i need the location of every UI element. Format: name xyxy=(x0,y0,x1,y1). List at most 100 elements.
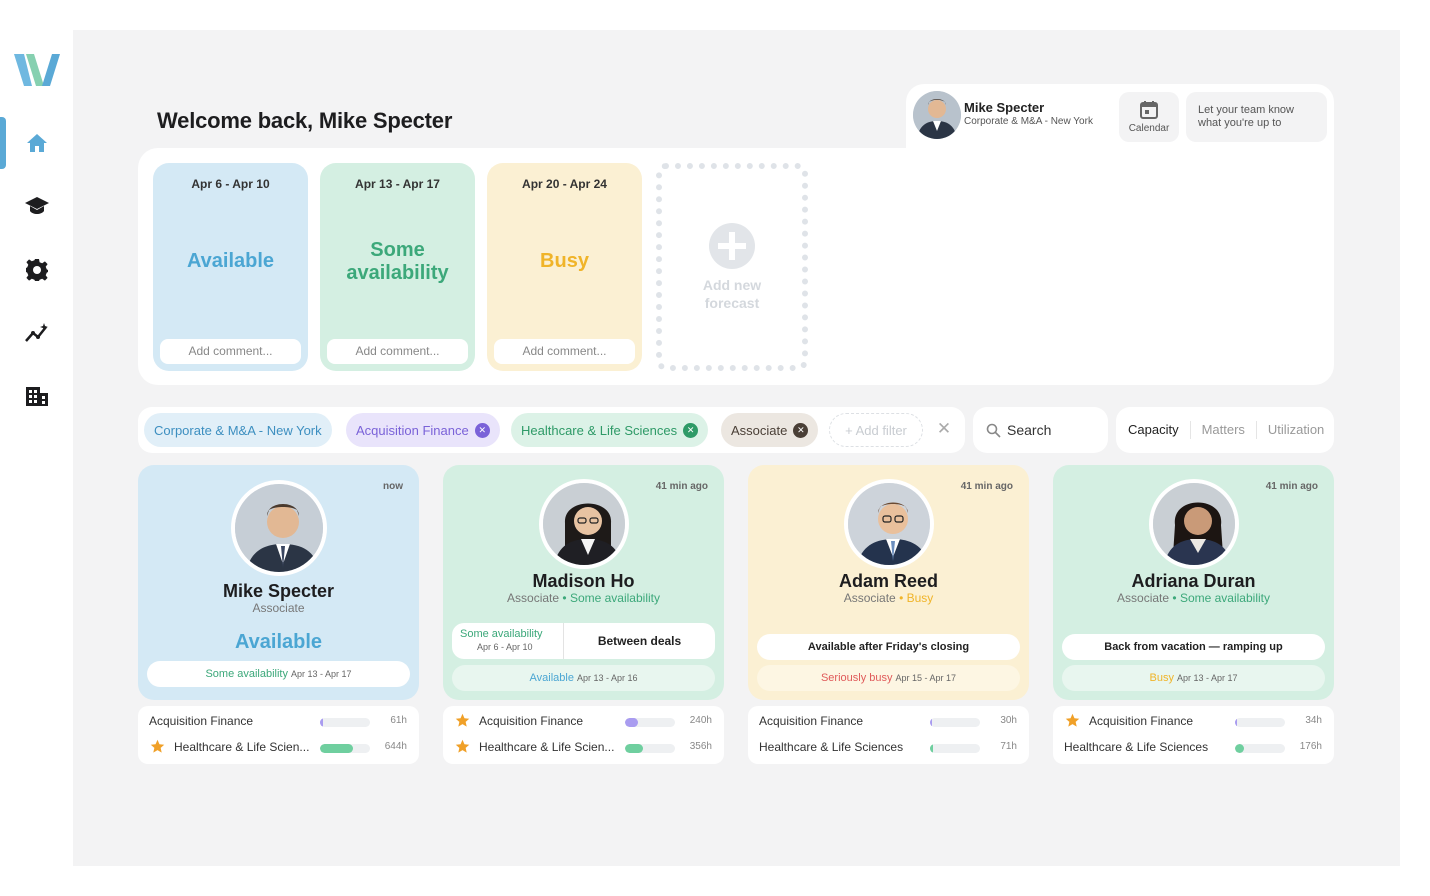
matter-row[interactable]: Acquisition Finance 34h xyxy=(1053,712,1334,732)
calendar-button[interactable]: Calendar xyxy=(1119,92,1179,142)
remove-filter-icon[interactable]: ✕ xyxy=(793,422,809,438)
person-comment: Back from vacation — ramping up xyxy=(1062,634,1325,660)
person-status: Some availability xyxy=(569,591,660,605)
filter-chip-practice[interactable]: Healthcare & Life Sciences ✕ xyxy=(511,413,709,447)
page-title: Welcome back, Mike Specter xyxy=(157,108,453,133)
matter-row[interactable]: Healthcare & Life Sciences 176h xyxy=(1053,738,1334,758)
matter-row[interactable]: Healthcare & Life Scien... 644h xyxy=(138,738,419,758)
person-role-line: Associate • Some availability xyxy=(443,591,724,605)
remove-filter-icon[interactable]: ✕ xyxy=(474,422,490,438)
hours-bar-fill xyxy=(930,718,932,727)
updated-time: 41 min ago xyxy=(655,481,708,492)
app-logo[interactable] xyxy=(12,50,62,90)
person-card[interactable]: 41 min ago Madison Ho Associate • Some a… xyxy=(443,465,724,700)
building-icon xyxy=(25,387,48,406)
nav-organization[interactable] xyxy=(0,371,73,421)
matter-row[interactable]: Acquisition Finance 240h xyxy=(443,712,724,732)
view-capacity[interactable]: Capacity xyxy=(1116,421,1190,439)
hours-bar xyxy=(320,718,370,727)
add-forecast-label: Add new forecast xyxy=(702,277,762,311)
star-icon[interactable] xyxy=(455,713,470,728)
next-range: Apr 13 - Apr 17 xyxy=(1176,673,1238,683)
person-card[interactable]: 41 min ago Adam Reed Associate • Busy Av… xyxy=(748,465,1029,700)
add-forecast-button[interactable]: Add new forecast xyxy=(656,163,808,371)
star-icon[interactable] xyxy=(150,739,165,754)
view-utilization[interactable]: Utilization xyxy=(1255,421,1335,439)
person-comment: Between deals xyxy=(597,634,682,648)
hours-bar xyxy=(625,718,675,727)
search-icon xyxy=(986,423,1001,438)
filter-chip-group[interactable]: Corporate & M&A - New York xyxy=(144,413,332,447)
matter-stats: Acquisition Finance 30h Healthcare & Lif… xyxy=(748,706,1029,764)
matter-stats: Acquisition Finance 61h Healthcare & Lif… xyxy=(138,706,419,764)
matter-name: Acquisition Finance xyxy=(1089,714,1194,728)
current-forecast: Some availability Apr 6 - Apr 10 xyxy=(460,628,564,652)
person-status: Available xyxy=(234,631,323,653)
filter-chip-practice[interactable]: Acquisition Finance ✕ xyxy=(346,413,500,447)
person-card[interactable]: 41 min ago Adriana Duran Associate • Som… xyxy=(1053,465,1334,700)
matter-row[interactable]: Acquisition Finance 30h xyxy=(748,712,1029,732)
forecast-card[interactable]: Apr 13 - Apr 17 Some availability Add co… xyxy=(320,163,475,371)
remove-filter-icon[interactable]: ✕ xyxy=(683,422,699,438)
status-message-input[interactable]: Let your team know what you're up to xyxy=(1186,92,1327,142)
matter-hours: 30h xyxy=(1000,715,1017,726)
matter-row[interactable]: Healthcare & Life Scien... 356h xyxy=(443,738,724,758)
matter-hours: 61h xyxy=(390,715,407,726)
search-input[interactable]: Search xyxy=(973,407,1108,453)
view-toggle: Capacity Matters Utilization xyxy=(1116,407,1334,453)
separator-dot: • xyxy=(1172,591,1180,605)
person-role-line: Associate • Some availability xyxy=(1053,591,1334,605)
view-matters[interactable]: Matters xyxy=(1189,421,1256,439)
nav-analytics[interactable] xyxy=(0,308,73,358)
forecast-card[interactable]: Apr 20 - Apr 24 Busy Add comment... xyxy=(487,163,642,371)
matter-name: Acquisition Finance xyxy=(759,714,864,728)
next-forecast-pill: Busy Apr 13 - Apr 17 xyxy=(1062,665,1325,691)
matter-name: Acquisition Finance xyxy=(479,714,584,728)
forecast-comment-input[interactable]: Add comment... xyxy=(494,339,635,364)
updated-time: now xyxy=(383,481,403,492)
forecast-status: Available xyxy=(186,250,275,272)
clear-filters-icon[interactable]: ✕ xyxy=(934,419,954,439)
hours-bar-fill xyxy=(320,718,323,727)
forecast-card[interactable]: Apr 6 - Apr 10 Available Add comment... xyxy=(153,163,308,371)
forecast-comment-input[interactable]: Add comment... xyxy=(327,339,468,364)
add-filter-button[interactable]: + Add filter xyxy=(829,413,923,447)
next-range: Apr 15 - Apr 17 xyxy=(895,673,957,683)
user-avatar[interactable] xyxy=(913,91,961,139)
nav-settings[interactable] xyxy=(0,245,73,295)
person-status: Some availability xyxy=(1179,591,1270,605)
nav-learning[interactable] xyxy=(0,181,73,231)
forecast-range: Apr 20 - Apr 24 xyxy=(522,177,607,191)
star-icon[interactable] xyxy=(455,739,470,754)
person-comment: Available after Friday's closing xyxy=(757,634,1020,660)
hours-bar-fill xyxy=(625,744,643,753)
calendar-label: Calendar xyxy=(1128,123,1170,134)
forecast-comment-input[interactable]: Add comment... xyxy=(160,339,301,364)
updated-time: 41 min ago xyxy=(1265,481,1318,492)
matter-hours: 644h xyxy=(384,741,407,752)
hours-bar xyxy=(930,718,980,727)
person-role: Associate xyxy=(1117,591,1170,605)
matter-name: Healthcare & Life Sciences xyxy=(759,740,904,754)
current-forecast-box: Some availability Apr 6 - Apr 10 Between… xyxy=(452,623,715,659)
current-status: Some availability xyxy=(460,628,543,640)
person-card[interactable]: now Mike Specter Associate Available Som… xyxy=(138,465,419,700)
matter-hours: 356h xyxy=(689,741,712,752)
matter-row[interactable]: Acquisition Finance 61h xyxy=(138,712,419,732)
matter-hours: 71h xyxy=(1000,741,1017,752)
filter-chip-role[interactable]: Associate ✕ xyxy=(721,413,819,447)
filter-chip-label: Corporate & M&A - New York xyxy=(154,422,322,438)
person-role: Associate xyxy=(843,591,896,605)
forecast-status: Some availability xyxy=(346,239,449,284)
person-name: Madison Ho xyxy=(532,571,635,591)
matter-row[interactable]: Healthcare & Life Sciences 71h xyxy=(748,738,1029,758)
hours-bar-fill xyxy=(1235,718,1237,727)
calendar-icon xyxy=(1140,101,1158,119)
person-name: Adriana Duran xyxy=(1131,571,1256,591)
forecast-range: Apr 13 - Apr 17 xyxy=(355,177,440,191)
matter-hours: 176h xyxy=(1299,741,1322,752)
nav-home[interactable] xyxy=(0,118,73,168)
current-range: Apr 6 - Apr 10 xyxy=(477,642,533,652)
person-role-line: Associate • Busy xyxy=(748,591,1029,605)
star-icon[interactable] xyxy=(1065,713,1080,728)
